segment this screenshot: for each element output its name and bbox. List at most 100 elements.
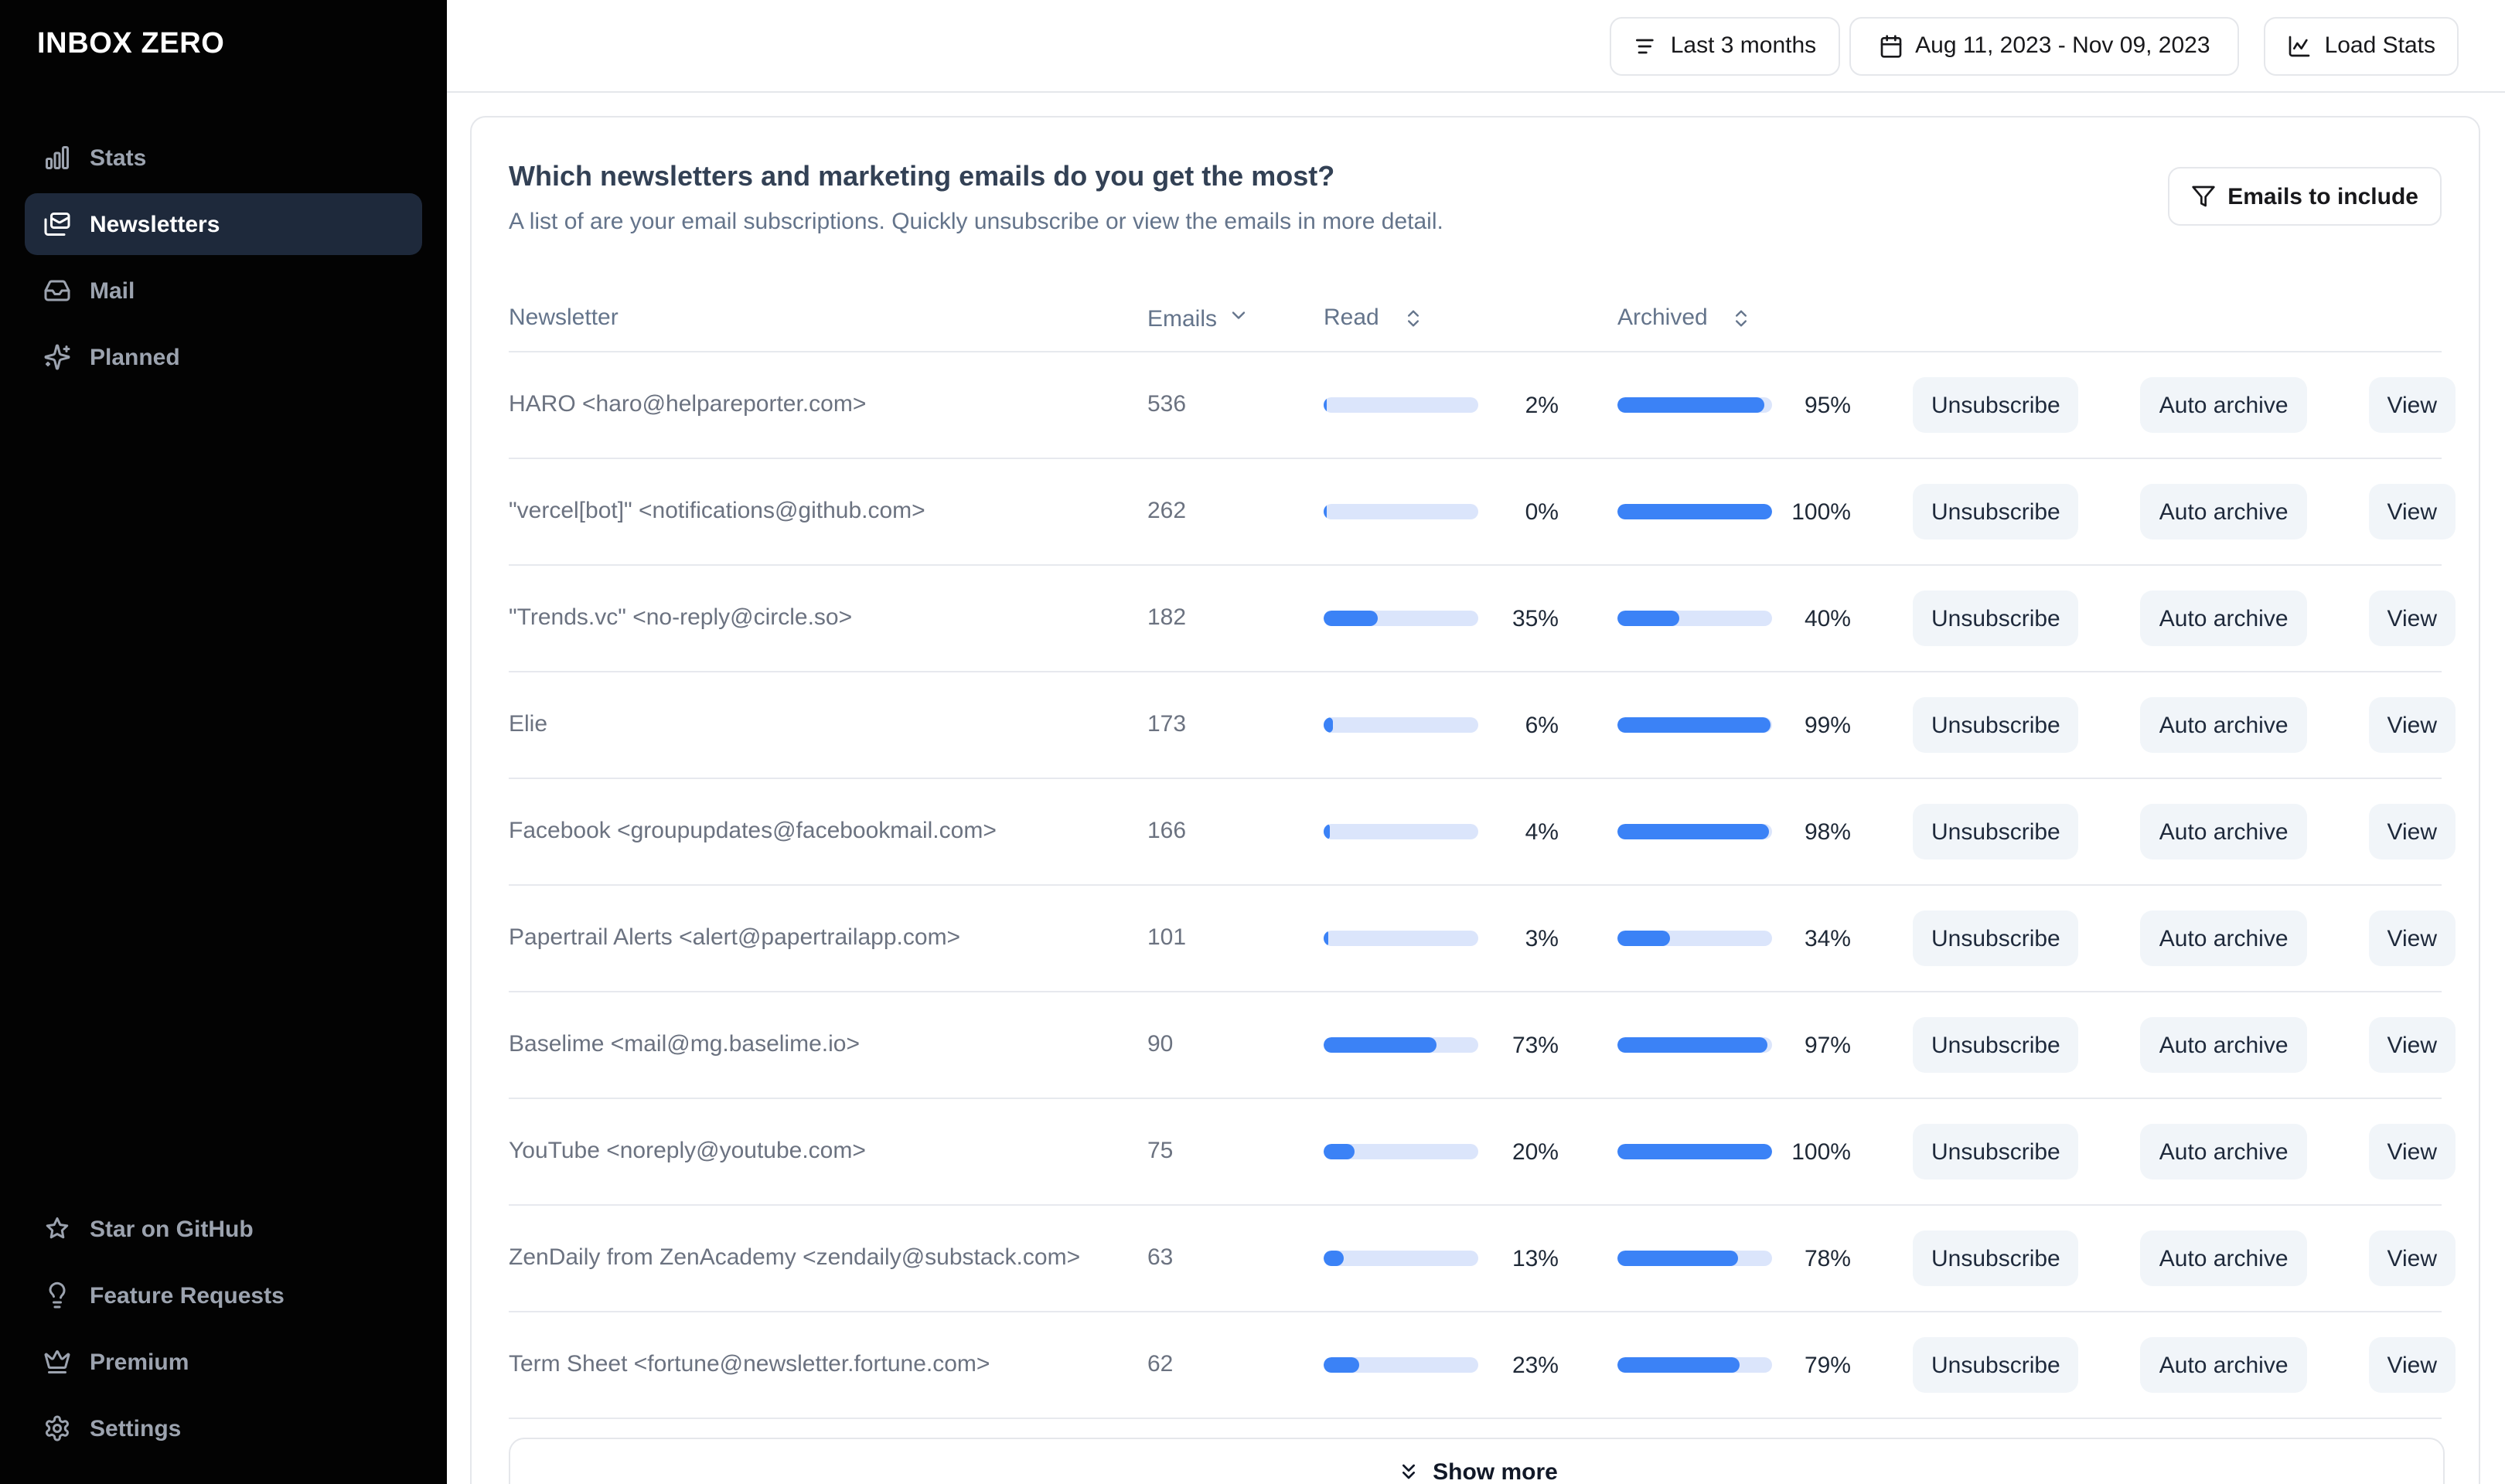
table-row: Term Sheet <fortune@newsletter.fortune.c… xyxy=(509,1312,2456,1419)
newsletter-name: ZenDaily from ZenAcademy <zendaily@subst… xyxy=(509,1244,1081,1271)
chevron-down-icon xyxy=(1228,304,1249,325)
archived-percent: 99% xyxy=(1804,712,1851,738)
unsubscribe-button[interactable]: Unsubscribe xyxy=(1913,484,2079,539)
view-button[interactable]: View xyxy=(2368,1230,2456,1286)
star-icon xyxy=(43,1215,71,1243)
gear-icon xyxy=(43,1414,71,1442)
auto-archive-button[interactable]: Auto archive xyxy=(2140,1017,2307,1073)
app-window: INBOX ZERO Stats Newsletters Mail Planne… xyxy=(0,0,2505,1484)
newsletter-name: Papertrail Alerts <alert@papertrailapp.c… xyxy=(509,924,961,951)
archived-progress-bar xyxy=(1617,504,1772,519)
chevrons-down-icon xyxy=(1396,1459,1420,1484)
sidebar-item-stats[interactable]: Stats xyxy=(25,127,422,189)
table-row: "vercel[bot]" <notifications@github.com>… xyxy=(509,459,2456,566)
auto-archive-button[interactable]: Auto archive xyxy=(2140,804,2307,859)
auto-archive-button[interactable]: Auto archive xyxy=(2140,1230,2307,1286)
read-progress-bar xyxy=(1324,1037,1478,1053)
archived-progress-bar xyxy=(1617,717,1772,733)
unsubscribe-button[interactable]: Unsubscribe xyxy=(1913,1017,2079,1073)
emails-to-include-button[interactable]: Emails to include xyxy=(2167,167,2442,226)
auto-archive-button[interactable]: Auto archive xyxy=(2140,484,2307,539)
funnel-icon xyxy=(2190,184,2215,209)
newsletters-card: Which newsletters and marketing emails d… xyxy=(470,116,2480,1484)
archived-progress-bar xyxy=(1617,1144,1772,1159)
read-percent: 3% xyxy=(1525,925,1559,951)
archived-percent: 95% xyxy=(1804,392,1851,418)
auto-archive-button[interactable]: Auto archive xyxy=(2140,1124,2307,1179)
read-progress-bar xyxy=(1324,1357,1478,1373)
view-button[interactable]: View xyxy=(2368,1017,2456,1073)
view-button[interactable]: View xyxy=(2368,1124,2456,1179)
auto-archive-button[interactable]: Auto archive xyxy=(2140,377,2307,433)
newsletter-name: YouTube <noreply@youtube.com> xyxy=(509,1138,866,1164)
read-progress-bar xyxy=(1324,1144,1478,1159)
sidebar-item-star-on-github[interactable]: Star on GitHub xyxy=(25,1198,422,1260)
unsubscribe-button[interactable]: Unsubscribe xyxy=(1913,910,2079,966)
auto-archive-button[interactable]: Auto archive xyxy=(2140,1337,2307,1393)
unsubscribe-button[interactable]: Unsubscribe xyxy=(1913,1337,2079,1393)
sidebar-item-planned[interactable]: Planned xyxy=(25,326,422,388)
unsubscribe-button[interactable]: Unsubscribe xyxy=(1913,697,2079,753)
emails-count: 536 xyxy=(1147,391,1187,417)
unsubscribe-button[interactable]: Unsubscribe xyxy=(1913,377,2079,433)
emails-count: 75 xyxy=(1147,1138,1174,1164)
newsletter-name: "Trends.vc" <no-reply@circle.so> xyxy=(509,604,853,631)
load-stats-button[interactable]: Load Stats xyxy=(2264,16,2459,75)
read-percent: 35% xyxy=(1512,605,1559,631)
view-button[interactable]: View xyxy=(2368,377,2456,433)
archived-percent: 40% xyxy=(1804,605,1851,631)
emails-count: 262 xyxy=(1147,498,1187,524)
unsubscribe-button[interactable]: Unsubscribe xyxy=(1913,1230,2079,1286)
read-percent: 6% xyxy=(1525,712,1559,738)
date-range-button[interactable]: Aug 11, 2023 - Nov 09, 2023 xyxy=(1849,16,2240,75)
period-select-button[interactable]: Last 3 months xyxy=(1610,16,1840,75)
table-row: HARO <haro@helpareporter.com> 536 2% 95%… xyxy=(509,352,2456,459)
sidebar-item-premium[interactable]: Premium xyxy=(25,1331,422,1393)
newsletter-name: HARO <haro@helpareporter.com> xyxy=(509,391,867,417)
sidebar-item-settings[interactable]: Settings xyxy=(25,1397,422,1459)
view-button[interactable]: View xyxy=(2368,804,2456,859)
sidebar: INBOX ZERO Stats Newsletters Mail Planne… xyxy=(0,0,447,1484)
chevrons-up-down-icon xyxy=(1731,307,1753,328)
view-button[interactable]: View xyxy=(2368,1337,2456,1393)
view-button[interactable]: View xyxy=(2368,910,2456,966)
column-archived[interactable]: Archived xyxy=(1617,305,1851,331)
sidebar-item-newsletters[interactable]: Newsletters xyxy=(25,193,422,255)
unsubscribe-button[interactable]: Unsubscribe xyxy=(1913,804,2079,859)
sidebar-nav: Stats Newsletters Mail Planned xyxy=(0,127,447,388)
emails-count: 90 xyxy=(1147,1031,1174,1057)
view-button[interactable]: View xyxy=(2368,591,2456,646)
table-row: Facebook <groupupdates@facebookmail.com>… xyxy=(509,779,2456,886)
view-button[interactable]: View xyxy=(2368,697,2456,753)
newsletter-name: Baselime <mail@mg.baselime.io> xyxy=(509,1031,860,1057)
view-button[interactable]: View xyxy=(2368,484,2456,539)
read-progress-bar xyxy=(1324,504,1478,519)
newsletter-name: Elie xyxy=(509,711,548,737)
sidebar-item-feature-requests[interactable]: Feature Requests xyxy=(25,1264,422,1326)
archived-percent: 100% xyxy=(1791,1139,1851,1165)
archived-percent: 78% xyxy=(1804,1245,1851,1271)
table-row: "Trends.vc" <no-reply@circle.so> 182 35%… xyxy=(509,566,2456,672)
newsletter-name: Facebook <groupupdates@facebookmail.com> xyxy=(509,818,997,844)
auto-archive-button[interactable]: Auto archive xyxy=(2140,910,2307,966)
read-percent: 0% xyxy=(1525,499,1559,525)
archived-progress-bar xyxy=(1617,1251,1772,1266)
table-header: Newsletter Emails Read Archived xyxy=(509,284,2442,352)
auto-archive-button[interactable]: Auto archive xyxy=(2140,697,2307,753)
main-area: Last 3 months Aug 11, 2023 - Nov 09, 202… xyxy=(447,0,2505,1484)
column-read[interactable]: Read xyxy=(1324,305,1559,331)
crown-icon xyxy=(43,1348,71,1376)
unsubscribe-button[interactable]: Unsubscribe xyxy=(1913,591,2079,646)
column-emails[interactable]: Emails xyxy=(1147,304,1324,332)
column-newsletter: Newsletter xyxy=(509,305,619,331)
read-percent: 4% xyxy=(1525,819,1559,845)
table-row: ZenDaily from ZenAcademy <zendaily@subst… xyxy=(509,1206,2456,1312)
emails-count: 63 xyxy=(1147,1244,1174,1271)
show-more-button[interactable]: Show more xyxy=(509,1438,2445,1484)
archived-progress-bar xyxy=(1617,931,1772,946)
unsubscribe-button[interactable]: Unsubscribe xyxy=(1913,1124,2079,1179)
inbox-icon xyxy=(43,277,71,305)
archived-percent: 98% xyxy=(1804,819,1851,845)
auto-archive-button[interactable]: Auto archive xyxy=(2140,591,2307,646)
sidebar-item-mail[interactable]: Mail xyxy=(25,260,422,322)
